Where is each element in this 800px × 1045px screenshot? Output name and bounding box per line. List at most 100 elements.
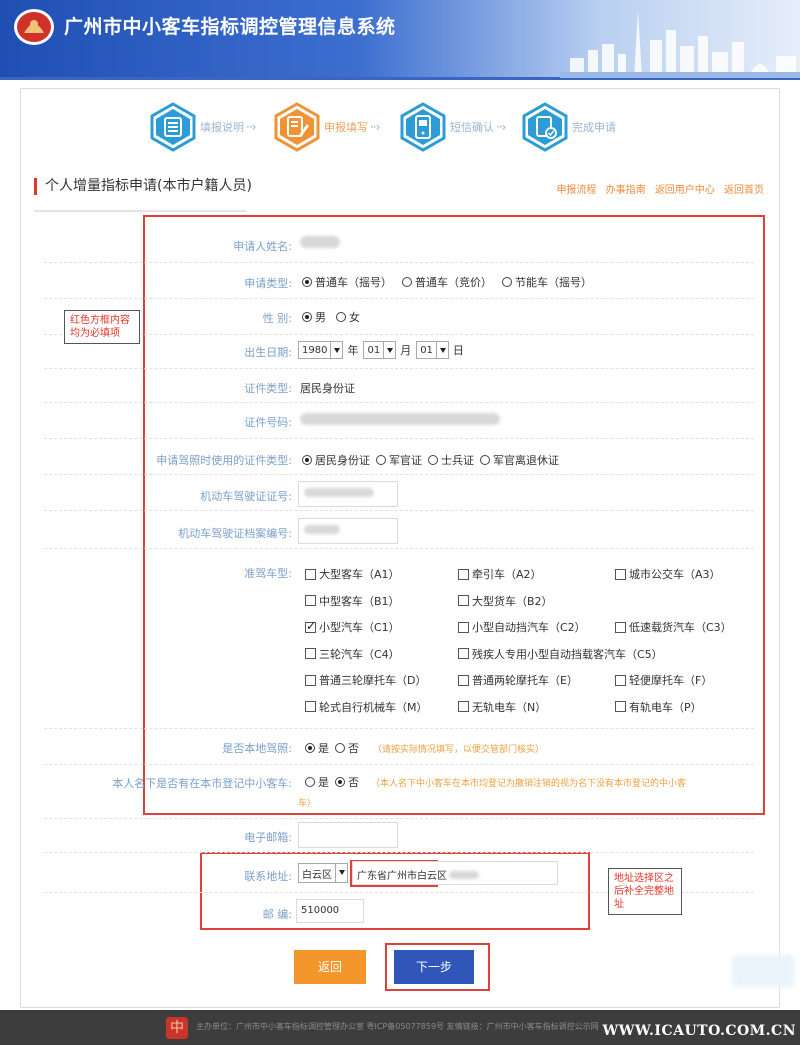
- option-label: 有轨电车（P）: [629, 700, 702, 714]
- address-district-select[interactable]: 白云区: [298, 863, 348, 883]
- type-option-lottery[interactable]: 普通车（摇号）: [302, 274, 392, 290]
- option-label: 居民身份证: [315, 454, 370, 467]
- checkbox-unchecked[interactable]: [305, 568, 316, 580]
- section-links: 申报流程 办事指南 返回用户中心 返回首页: [550, 181, 764, 196]
- address-value: 广东省广州市白云区: [357, 871, 447, 882]
- checkbox-unchecked[interactable]: [615, 568, 626, 580]
- vehicle-class-option[interactable]: 无轨电车（N）: [458, 699, 546, 715]
- emblem-logo-icon: [14, 9, 54, 45]
- next-button[interactable]: 下一步: [394, 950, 474, 984]
- gender-option-female[interactable]: 女: [336, 309, 360, 325]
- owns-car-radio-group: 是 否 （本人名下中小客车在本市均登记为撤销注销的视为名下没有本市登记的中小客: [305, 774, 686, 790]
- link-home[interactable]: 返回首页: [724, 185, 764, 196]
- checkbox-checked[interactable]: [305, 619, 316, 633]
- option-label: 士兵证: [441, 454, 474, 467]
- vehicle-class-option[interactable]: 城市公交车（A3）: [615, 566, 721, 582]
- local-license-no[interactable]: 否: [335, 740, 359, 756]
- row-divider: [44, 510, 754, 511]
- radio-unchecked[interactable]: [336, 312, 346, 322]
- vehicle-class-option[interactable]: 大型货车（B2）: [458, 593, 553, 609]
- option-label: 牵引车（A2）: [472, 568, 542, 581]
- checkbox-unchecked[interactable]: [615, 674, 626, 686]
- owns-car-no[interactable]: 否: [335, 774, 359, 790]
- radio-unchecked[interactable]: [402, 277, 412, 287]
- idno-value: [300, 413, 500, 425]
- type-label: 申请类型:: [244, 277, 292, 290]
- vehicle-class-option[interactable]: 轮式自行机械车（M）: [305, 699, 428, 715]
- radio-checked[interactable]: [302, 312, 312, 322]
- idtype-value: 居民身份证: [300, 382, 355, 395]
- checkbox-unchecked[interactable]: [458, 621, 469, 633]
- back-button[interactable]: 返回: [294, 950, 366, 984]
- vehicle-class-option[interactable]: 三轮汽车（C4）: [305, 646, 400, 662]
- checkbox-unchecked[interactable]: [458, 674, 469, 686]
- license-file-input[interactable]: [298, 518, 398, 544]
- postcode-input[interactable]: 510000: [296, 899, 364, 923]
- vehicle-class-label: 准驾车型:: [244, 567, 292, 580]
- vehicle-class-option[interactable]: 大型客车（A1）: [305, 566, 400, 582]
- vehicle-class-option[interactable]: 中型客车（B1）: [305, 593, 400, 609]
- license-no-label: 机动车驾驶证证号:: [200, 490, 292, 503]
- link-process[interactable]: 申报流程: [556, 185, 596, 196]
- license-no-input[interactable]: [298, 481, 398, 507]
- radio-checked[interactable]: [305, 743, 315, 753]
- checkbox-unchecked[interactable]: [305, 648, 316, 659]
- checkbox-unchecked[interactable]: [305, 595, 316, 606]
- radio-unchecked[interactable]: [480, 455, 490, 465]
- radio-unchecked[interactable]: [305, 777, 315, 787]
- checkbox-unchecked[interactable]: [458, 595, 469, 606]
- checkbox-unchecked[interactable]: [615, 701, 626, 712]
- license-idtype-label: 申请驾照时使用的证件类型:: [156, 454, 292, 467]
- license-idtype-option[interactable]: 军官离退休证: [480, 452, 559, 468]
- license-idtype-option[interactable]: 军官证: [376, 452, 422, 468]
- vehicle-class-option[interactable]: 残疾人专用小型自动挡载客汽车（C5）: [458, 646, 663, 662]
- checkbox-unchecked[interactable]: [615, 621, 626, 633]
- email-input[interactable]: [298, 822, 398, 848]
- type-option-auction[interactable]: 普通车（竞价）: [402, 274, 492, 290]
- radio-unchecked[interactable]: [502, 277, 512, 287]
- footer-logo-icon: 中: [166, 1017, 188, 1039]
- radio-checked[interactable]: [335, 777, 345, 787]
- address-input[interactable]: 广东省广州市白云区: [352, 861, 558, 885]
- phone-icon: [400, 102, 446, 152]
- option-label: 中型客车（B1）: [319, 594, 400, 608]
- checkbox-unchecked[interactable]: [458, 568, 469, 580]
- checkbox-unchecked[interactable]: [305, 674, 316, 686]
- name-label: 申请人姓名:: [233, 240, 292, 253]
- birth-month-select[interactable]: 01: [363, 341, 397, 359]
- option-label: 大型货车（B2）: [472, 594, 553, 608]
- link-user-center[interactable]: 返回用户中心: [655, 185, 715, 196]
- checkbox-unchecked[interactable]: [458, 701, 469, 712]
- radio-checked[interactable]: [302, 455, 312, 465]
- type-option-eco[interactable]: 节能车（摇号）: [502, 274, 592, 290]
- row-divider: [44, 548, 754, 549]
- vehicle-class-option[interactable]: 小型汽车（C1）: [305, 619, 400, 635]
- owns-car-yes[interactable]: 是: [305, 774, 329, 790]
- row-divider: [44, 368, 754, 369]
- license-idtype-option[interactable]: 士兵证: [428, 452, 474, 468]
- checkbox-unchecked[interactable]: [305, 701, 316, 712]
- vehicle-class-option[interactable]: 轻便摩托车（F）: [615, 672, 712, 688]
- vehicle-class-option[interactable]: 普通三轮摩托车（D）: [305, 672, 426, 688]
- local-license-yes[interactable]: 是: [305, 740, 329, 756]
- vehicle-class-option[interactable]: 有轨电车（P）: [615, 699, 702, 715]
- link-guide[interactable]: 办事指南: [606, 185, 646, 196]
- birth-year-select[interactable]: 1980: [298, 341, 344, 359]
- radio-unchecked[interactable]: [428, 455, 438, 465]
- checkbox-unchecked[interactable]: [458, 648, 469, 659]
- step-4: 完成申请: [522, 100, 616, 154]
- option-label: 小型汽车（C1）: [319, 621, 400, 634]
- vehicle-class-option[interactable]: 低速载货汽车（C3）: [615, 619, 732, 635]
- step-3: 短信确认 ··›: [400, 100, 506, 154]
- license-idtype-option[interactable]: 居民身份证: [302, 452, 370, 468]
- radio-unchecked[interactable]: [335, 743, 345, 753]
- edit-icon: [274, 102, 320, 152]
- vehicle-class-option[interactable]: 普通两轮摩托车（E）: [458, 672, 578, 688]
- vehicle-class-option[interactable]: 牵引车（A2）: [458, 566, 542, 582]
- radio-unchecked[interactable]: [376, 455, 386, 465]
- radio-checked[interactable]: [302, 277, 312, 287]
- gender-option-male[interactable]: 男: [302, 309, 326, 325]
- birth-day-select[interactable]: 01: [416, 341, 449, 359]
- chevron-down-icon: [335, 864, 347, 882]
- vehicle-class-option[interactable]: 小型自动挡汽车（C2）: [458, 619, 586, 635]
